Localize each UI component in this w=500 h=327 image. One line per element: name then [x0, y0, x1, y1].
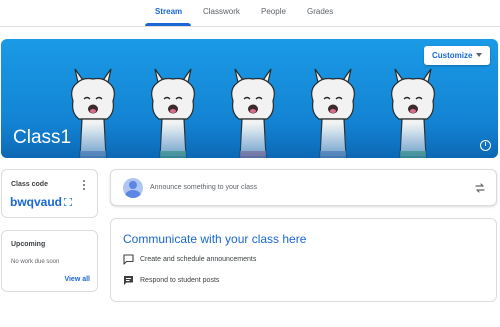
- list-item-label: Create and schedule announcements: [140, 256, 257, 263]
- class-tabs: Stream Classwork People Grades: [0, 0, 500, 27]
- repost-icon[interactable]: [474, 182, 486, 194]
- upcoming-card: Upcoming No work due soon View all: [1, 230, 98, 292]
- list-item-label: Respond to student posts: [140, 277, 220, 284]
- active-tab-indicator: [145, 23, 191, 26]
- dropdown-caret-icon: [476, 53, 482, 57]
- class-code-label: Class code: [11, 181, 48, 188]
- upcoming-empty-text: No work due soon: [11, 259, 60, 265]
- customize-label: Customize: [432, 51, 473, 60]
- customize-button[interactable]: Customize: [424, 46, 490, 65]
- announce-box[interactable]: Announce something to your class: [110, 169, 497, 206]
- tab-grades[interactable]: Grades: [307, 7, 333, 16]
- announce-input[interactable]: Announce something to your class: [150, 184, 257, 191]
- list-item: Create and schedule announcements: [123, 254, 256, 265]
- upcoming-title: Upcoming: [11, 241, 46, 248]
- class-code-card: Class code bwqvaud: [1, 169, 98, 218]
- tab-stream[interactable]: Stream: [155, 7, 182, 16]
- list-item: Respond to student posts: [123, 275, 219, 286]
- avatar: [123, 178, 143, 198]
- tab-classwork[interactable]: Classwork: [203, 7, 240, 16]
- tab-people[interactable]: People: [261, 7, 286, 16]
- info-icon[interactable]: i: [480, 140, 491, 151]
- class-code-value: bwqvaud: [10, 195, 63, 209]
- chat-bubble-icon: [123, 254, 134, 265]
- comment-icon: [124, 276, 133, 285]
- communicate-card: Communicate with your class here Create …: [110, 218, 497, 302]
- fullscreen-icon[interactable]: [64, 198, 72, 206]
- more-options-icon[interactable]: [83, 180, 86, 192]
- communicate-title: Communicate with your class here: [123, 232, 307, 246]
- class-title: Class1: [13, 127, 72, 148]
- view-all-link[interactable]: View all: [64, 276, 90, 283]
